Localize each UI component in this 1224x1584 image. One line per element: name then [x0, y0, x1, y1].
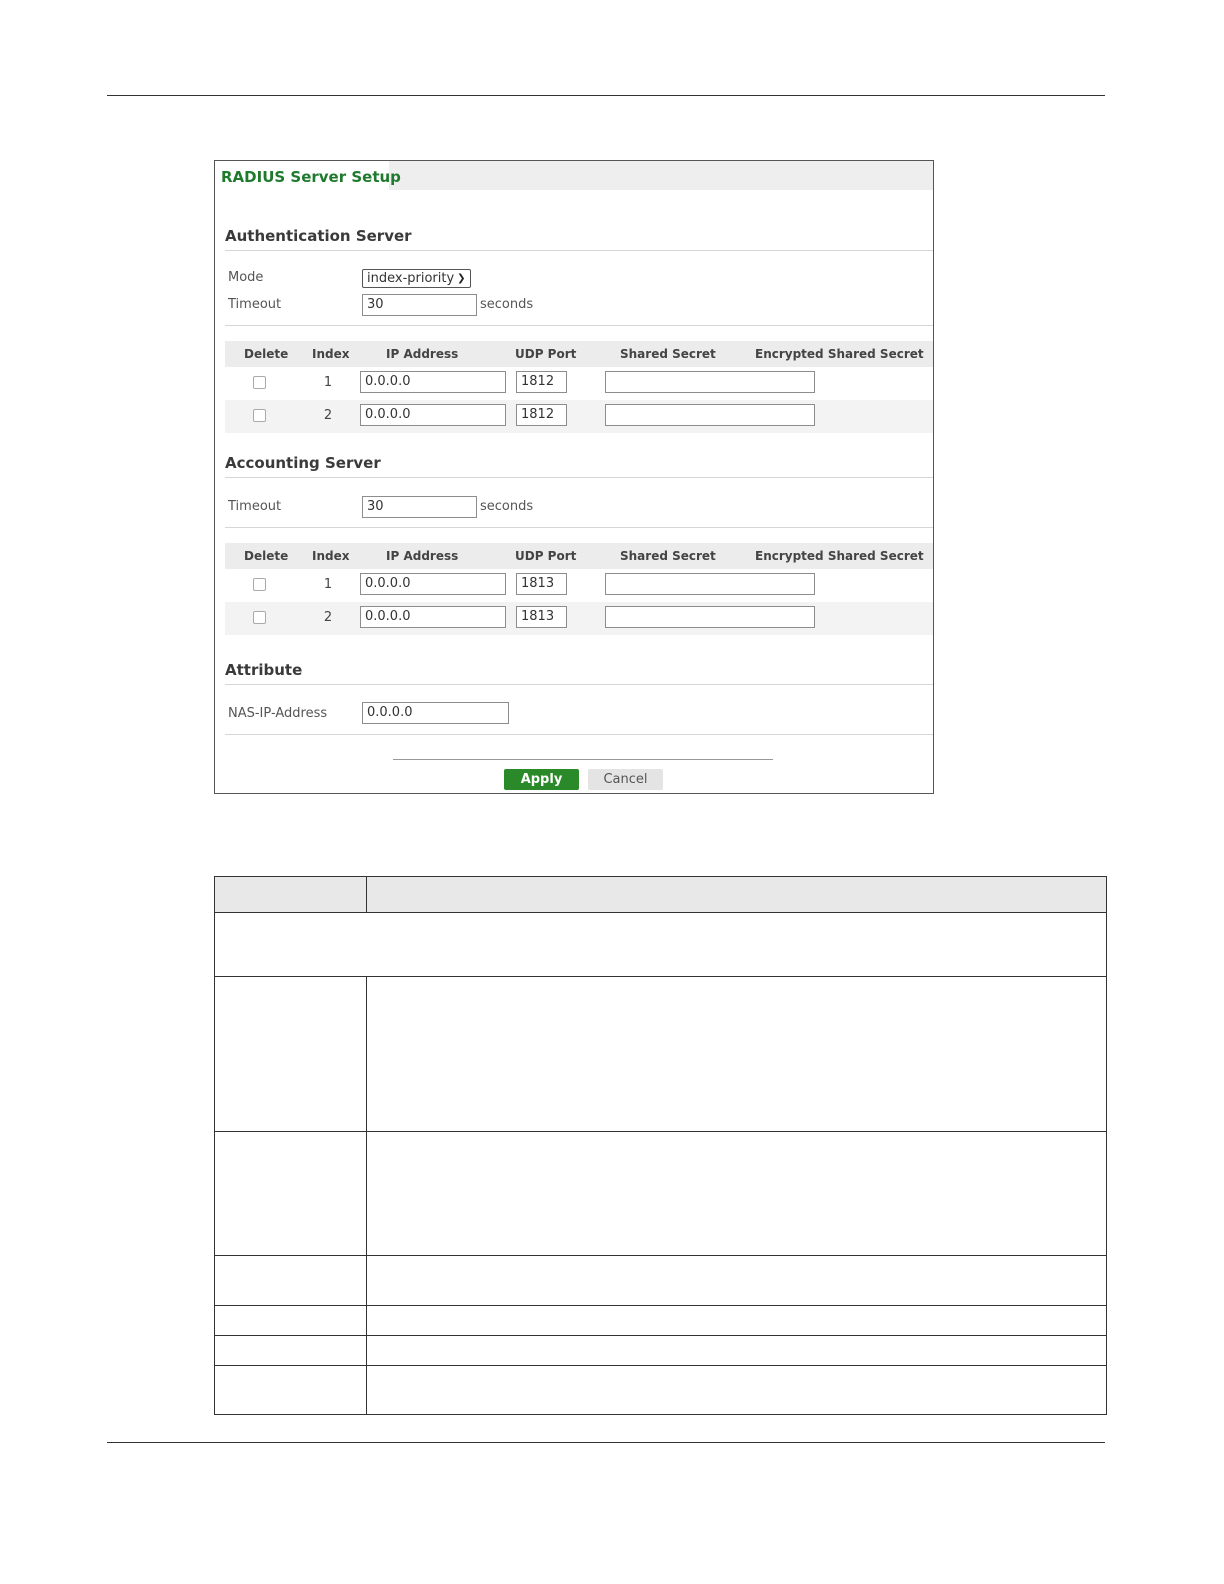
nas-ip-address-label: NAS-IP-Address: [228, 706, 328, 721]
table-row: 2 0.0.0.0 1813: [225, 602, 933, 635]
accounting-server-title: Accounting Server: [225, 454, 381, 472]
row-index: 2: [323, 408, 333, 423]
section-divider: [225, 527, 933, 528]
col-shared-secret: Shared Secret: [620, 347, 716, 361]
description-table: [214, 876, 1107, 1415]
col-delete: Delete: [244, 347, 289, 361]
section-divider: [225, 734, 933, 735]
col-udp-port: UDP Port: [515, 347, 577, 361]
row-index: 1: [323, 577, 333, 592]
col-udp-port: UDP Port: [515, 549, 577, 563]
acct-timeout-input[interactable]: 30: [362, 496, 477, 518]
udp-port-input[interactable]: 1812: [516, 404, 567, 426]
row-divider: [215, 1365, 1106, 1366]
udp-port-input[interactable]: 1812: [516, 371, 567, 393]
authentication-server-title: Authentication Server: [225, 227, 412, 245]
chevron-down-icon: ❯: [457, 273, 466, 284]
col-encrypted-shared-secret: Encrypted Shared Secret: [755, 549, 924, 563]
nas-ip-address-input[interactable]: 0.0.0.0: [362, 702, 509, 724]
mode-select-value: index-priority: [367, 271, 455, 286]
row-divider: [215, 1255, 1106, 1256]
header-rule: [107, 95, 1105, 96]
auth-timeout-unit: seconds: [480, 297, 534, 312]
section-divider: [225, 684, 933, 685]
auth-table-header: Delete Index IP Address UDP Port Shared …: [225, 341, 933, 367]
table-row: 2 0.0.0.0 1812: [225, 400, 933, 433]
col-shared-secret: Shared Secret: [620, 549, 716, 563]
ip-address-input[interactable]: 0.0.0.0: [360, 573, 506, 595]
ip-address-input[interactable]: 0.0.0.0: [360, 371, 506, 393]
row-divider: [215, 1131, 1106, 1132]
delete-checkbox[interactable]: [253, 578, 266, 591]
delete-checkbox[interactable]: [253, 611, 266, 624]
auth-timeout-input[interactable]: 30: [362, 294, 477, 316]
row-divider: [215, 1305, 1106, 1306]
col-index: Index: [312, 347, 350, 361]
column-divider: [366, 976, 367, 1414]
udp-port-input[interactable]: 1813: [516, 606, 567, 628]
shared-secret-input[interactable]: [605, 371, 815, 393]
udp-port-input[interactable]: 1813: [516, 573, 567, 595]
section-divider: [225, 477, 933, 478]
col-encrypted-shared-secret: Encrypted Shared Secret: [755, 347, 924, 361]
mode-select[interactable]: index-priority ❯: [362, 269, 471, 288]
mode-label: Mode: [228, 270, 264, 285]
footer-rule: [107, 1442, 1105, 1443]
acct-table-header: Delete Index IP Address UDP Port Shared …: [225, 543, 933, 569]
section-divider: [225, 250, 933, 251]
acct-timeout-label: Timeout: [228, 499, 282, 514]
row-divider: [215, 1335, 1106, 1336]
ip-address-input[interactable]: 0.0.0.0: [360, 606, 506, 628]
col-ip-address: IP Address: [386, 347, 459, 361]
row-index: 2: [323, 610, 333, 625]
table-row: 1 0.0.0.0 1812: [225, 367, 933, 400]
table-row: 1 0.0.0.0 1813: [225, 569, 933, 602]
shared-secret-input[interactable]: [605, 573, 815, 595]
section-divider: [225, 325, 933, 326]
tab-radius-server-setup[interactable]: RADIUS Server Setup: [215, 161, 401, 191]
cancel-button[interactable]: Cancel: [588, 769, 663, 790]
col-index: Index: [312, 549, 350, 563]
attribute-title: Attribute: [225, 661, 303, 679]
auth-timeout-label: Timeout: [228, 297, 282, 312]
description-table-header: [215, 877, 1106, 913]
col-delete: Delete: [244, 549, 289, 563]
shared-secret-input[interactable]: [605, 404, 815, 426]
ip-address-input[interactable]: 0.0.0.0: [360, 404, 506, 426]
radius-server-setup-panel: RADIUS Server Setup Authentication Serve…: [214, 160, 934, 794]
apply-button[interactable]: Apply: [504, 769, 579, 790]
row-divider: [215, 976, 1106, 977]
delete-checkbox[interactable]: [253, 409, 266, 422]
col-ip-address: IP Address: [386, 549, 459, 563]
delete-checkbox[interactable]: [253, 376, 266, 389]
row-index: 1: [323, 375, 333, 390]
shared-secret-input[interactable]: [605, 606, 815, 628]
button-divider: [393, 759, 773, 760]
acct-timeout-unit: seconds: [480, 499, 534, 514]
column-divider: [366, 877, 367, 913]
